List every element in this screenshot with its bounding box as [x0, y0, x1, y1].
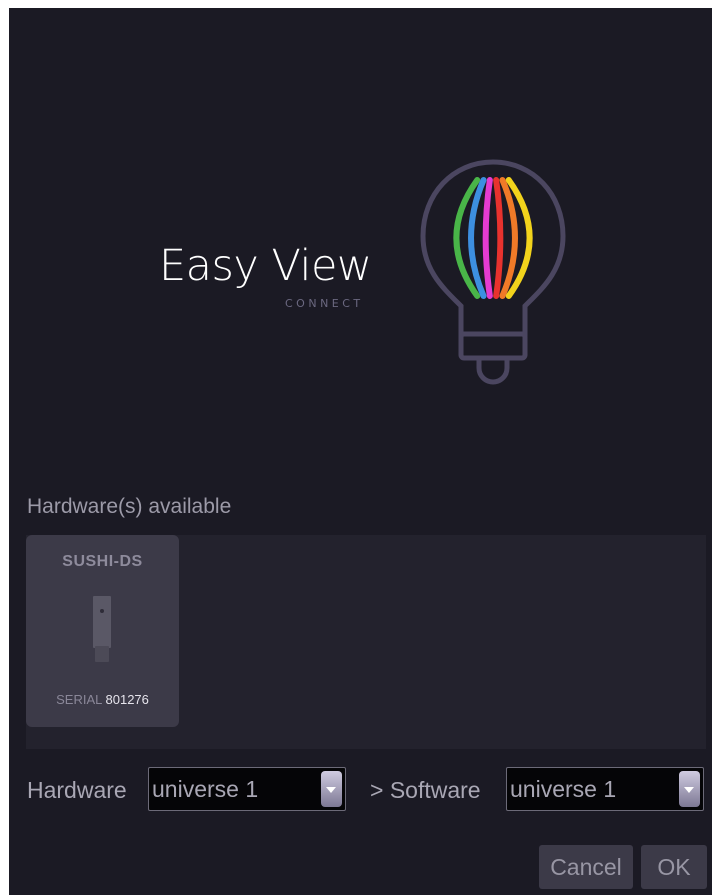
hardware-list-panel: SUSHI-DS SERIAL 801276: [26, 535, 706, 749]
brand-logo: Easy View CONNECT: [159, 241, 389, 321]
hardware-section-label: Hardware(s) available: [27, 495, 232, 518]
software-universe-select[interactable]: universe 1: [506, 767, 704, 811]
hardware-universe-select[interactable]: universe 1: [148, 767, 346, 811]
chevron-down-icon[interactable]: [679, 771, 700, 807]
serial-label: SERIAL: [56, 692, 102, 707]
hardware-universe-value: universe 1: [152, 776, 259, 802]
ok-button[interactable]: OK: [641, 845, 707, 889]
easy-view-connect-window: Easy View CONNECT Hardware(s) available …: [9, 8, 712, 895]
hardware-serial: SERIAL 801276: [26, 692, 179, 707]
bulb-stripe: [493, 177, 504, 299]
usb-dongle-icon: [93, 596, 111, 662]
bulb-stripes: [453, 177, 533, 299]
bulb-stripe: [499, 177, 518, 299]
brand-title: Easy View: [159, 241, 372, 291]
bulb-stripe: [468, 177, 487, 299]
hardware-card-sushi-ds[interactable]: SUSHI-DS SERIAL 801276: [26, 535, 179, 727]
lightbulb-logo-icon: [420, 159, 566, 385]
software-universe-label: > Software: [370, 777, 481, 803]
bulb-stripe: [482, 177, 493, 299]
hardware-universe-label: Hardware: [27, 777, 127, 803]
chevron-down-icon[interactable]: [321, 771, 342, 807]
software-universe-value: universe 1: [510, 776, 617, 802]
cancel-button[interactable]: Cancel: [539, 845, 633, 889]
hardware-name: SUSHI-DS: [62, 553, 143, 570]
serial-value: 801276: [105, 692, 149, 707]
brand-subtitle: CONNECT: [285, 297, 364, 310]
